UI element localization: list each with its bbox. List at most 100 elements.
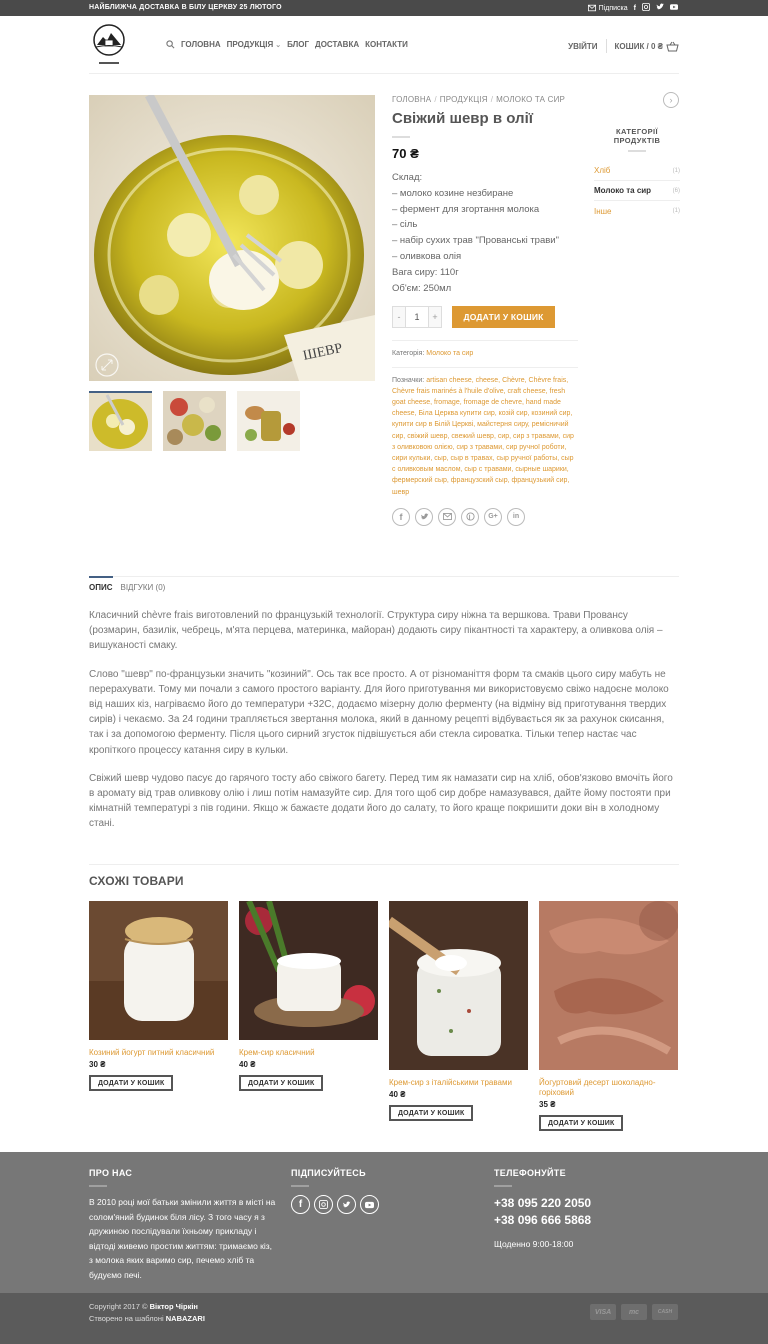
site-logo[interactable]	[89, 23, 129, 67]
product-card-name[interactable]: Крем-сир класичний	[239, 1048, 378, 1058]
product-card-price: 40 ₴	[389, 1090, 406, 1099]
breadcrumb-products[interactable]: ПРОДУКЦІЯ	[440, 95, 488, 104]
product-title: Свіжий шевр в олії	[392, 110, 533, 127]
login-link[interactable]: УВІЙТИ	[568, 42, 597, 51]
product-card: Йогуртовий десерт шоколадно-горіховий 35…	[539, 901, 678, 1131]
tags-label: Позначки:	[392, 376, 425, 384]
search-icon[interactable]	[166, 40, 175, 49]
product-card-add-button[interactable]: ДОДАТИ У КОШИК	[89, 1075, 174, 1091]
description-paragraph: Слово "шевр" по-французьки значить "кози…	[89, 668, 669, 756]
youtube-icon[interactable]	[670, 3, 678, 13]
description-paragraph: Класичний chèvre frais виготовлений по ф…	[89, 610, 663, 652]
footer-instagram-icon[interactable]	[314, 1195, 333, 1214]
tab-reviews[interactable]: ВІДГУКИ (0)	[121, 576, 166, 596]
mail-icon	[587, 4, 596, 12]
nav-blog[interactable]: БЛОГ	[287, 40, 309, 49]
theme-name[interactable]: NABAZARI	[166, 1314, 205, 1323]
basket-icon	[666, 41, 679, 51]
categories-sidebar: КАТЕГОРІЇ ПРОДУКТІВ Хліб (1) Молоко та си…	[594, 127, 680, 221]
footer-bottom: Copyright 2017 © Віктор Чіркін Створено …	[0, 1293, 768, 1344]
product-card-image[interactable]	[539, 901, 678, 1070]
share-facebook-icon[interactable]: f	[392, 507, 410, 526]
tab-description[interactable]: ОПИС	[89, 576, 113, 596]
payment-icons: VISA mc CASH	[590, 1304, 678, 1320]
product-card-name[interactable]: Крем-сир з італійськими травами	[389, 1078, 528, 1088]
product-card-image[interactable]	[239, 901, 378, 1040]
breadcrumb-category[interactable]: МОЛОКО ТА СИР	[496, 95, 565, 104]
product-summary: ГОЛОВНА / ПРОДУКЦІЯ / МОЛОКО ТА СИР Свіжий ш…	[392, 95, 578, 526]
site-footer: ПРО НАС В 2010 році мої батьки змінили ж…	[0, 1152, 768, 1293]
thumbnail-3[interactable]	[237, 391, 300, 451]
sidebar-item-milk-cheese[interactable]: Молоко та сир (6)	[594, 181, 680, 201]
created-with: Створено на шаблоні	[89, 1314, 164, 1323]
footer-title-divider	[494, 1185, 512, 1187]
share-linkedin-icon[interactable]: in	[507, 507, 525, 526]
footer-facebook-icon[interactable]: f	[291, 1195, 310, 1214]
phone-number[interactable]: +38 096 666 5868	[494, 1212, 591, 1229]
product-main-image[interactable]: ШЕВР	[89, 95, 375, 381]
footer-about-title: ПРО НАС	[89, 1168, 133, 1178]
product-card-add-button[interactable]: ДОДАТИ У КОШИК	[389, 1105, 474, 1121]
product-card-image[interactable]	[389, 901, 528, 1070]
site-header: ГОЛОВНА ПРОДУКЦІЯ ⌄ БЛОГ ДОСТАВКА КОНТАКТ…	[0, 16, 768, 74]
category-link[interactable]: Молоко та сир	[426, 350, 473, 357]
product-card-add-button[interactable]: ДОДАТИ У КОШИК	[539, 1115, 624, 1131]
add-to-cart-button[interactable]: ДОДАТИ У КОШИК	[452, 306, 555, 329]
facebook-icon[interactable]: f	[634, 5, 636, 12]
footer-follow: ПІДПИСУЙТЕСЬ f	[291, 1168, 379, 1214]
nav-contacts[interactable]: КОНТАКТИ	[365, 40, 408, 49]
copyright: Copyright 2017 © Віктор Чіркін Створено …	[89, 1301, 205, 1325]
twitter-icon[interactable]	[656, 3, 664, 13]
nav-delivery[interactable]: ДОСТАВКА	[315, 40, 359, 49]
subscribe-link[interactable]: Підписка	[587, 4, 628, 12]
cash-icon: CASH	[652, 1304, 678, 1320]
product-card-add-button[interactable]: ДОДАТИ У КОШИК	[239, 1075, 324, 1091]
next-product-arrow-icon[interactable]: ›	[663, 92, 679, 108]
thumbnail-1[interactable]	[89, 391, 152, 451]
product-card-image[interactable]	[89, 901, 228, 1040]
desc-line: Об'єм: 250мл	[392, 282, 452, 294]
footer-phone-title: ТЕЛЕФОНУЙТЕ	[494, 1168, 566, 1178]
sidebar-item-label: Хліб	[594, 166, 611, 175]
sidebar-item-bread[interactable]: Хліб (1)	[594, 161, 680, 181]
desc-line: – оливкова олія	[392, 250, 462, 262]
product-card-name[interactable]: Козиний йогурт питний класичний	[89, 1048, 228, 1058]
nav-home[interactable]: ГОЛОВНА	[181, 40, 221, 49]
nav-products-label: ПРОДУКЦІЯ	[226, 40, 274, 49]
instagram-icon[interactable]	[642, 3, 650, 13]
sidebar-item-count: (6)	[672, 187, 680, 194]
copyright-author[interactable]: Віктор Чіркін	[150, 1302, 198, 1311]
share-googleplus-icon[interactable]: G+	[484, 507, 502, 526]
footer-title-divider	[291, 1185, 309, 1187]
share-pinterest-icon[interactable]	[461, 507, 479, 526]
qty-minus-button[interactable]: -	[393, 307, 405, 328]
footer-youtube-icon[interactable]	[360, 1195, 379, 1214]
product-card-price: 30 ₴	[89, 1060, 106, 1069]
footer-about: ПРО НАС В 2010 році мої батьки змінили ж…	[89, 1168, 277, 1282]
nav-products[interactable]: ПРОДУКЦІЯ ⌄	[227, 40, 281, 49]
description-content: Класичний chèvre frais виготовлений по ф…	[89, 608, 679, 845]
header-divider-line	[89, 73, 679, 74]
footer-twitter-icon[interactable]	[337, 1195, 356, 1214]
tags-list[interactable]: artisan cheese, cheese, Chèvre, Chèvre f…	[392, 377, 574, 496]
share-twitter-icon[interactable]	[415, 507, 433, 526]
product-card-price: 35 ₴	[539, 1100, 556, 1109]
category-label: Категорія:	[392, 350, 425, 358]
breadcrumb: ГОЛОВНА / ПРОДУКЦІЯ / МОЛОКО ТА СИР	[392, 95, 566, 104]
cart-link[interactable]: КОШИК / 0 ₴	[615, 41, 679, 52]
category-row: Категорія: Молоко та сир	[392, 348, 578, 359]
product-tabs: ОПИС ВІДГУКИ (0)	[89, 576, 165, 596]
qty-plus-button[interactable]: +	[429, 307, 441, 328]
product-card-name[interactable]: Йогуртовий десерт шоколадно-горіховий	[539, 1078, 678, 1098]
thumbnail-2[interactable]	[163, 391, 226, 451]
sidebar-item-other[interactable]: Інше (1)	[594, 201, 680, 221]
footer-about-text: В 2010 році мої батьки змінили життя в м…	[89, 1197, 276, 1280]
sidebar-item-label: Інше	[594, 206, 612, 216]
share-email-icon[interactable]	[438, 507, 456, 526]
breadcrumb-home[interactable]: ГОЛОВНА	[392, 95, 431, 104]
product-card: Крем-сир з італійськими травами 40 ₴ ДОД…	[389, 901, 528, 1131]
qty-input[interactable]: 1	[405, 307, 429, 328]
footer-follow-title: ПІДПИСУЙТЕСЬ	[291, 1168, 366, 1178]
footer-social-icons: f	[291, 1195, 379, 1214]
phone-number[interactable]: +38 095 220 2050	[494, 1195, 591, 1212]
